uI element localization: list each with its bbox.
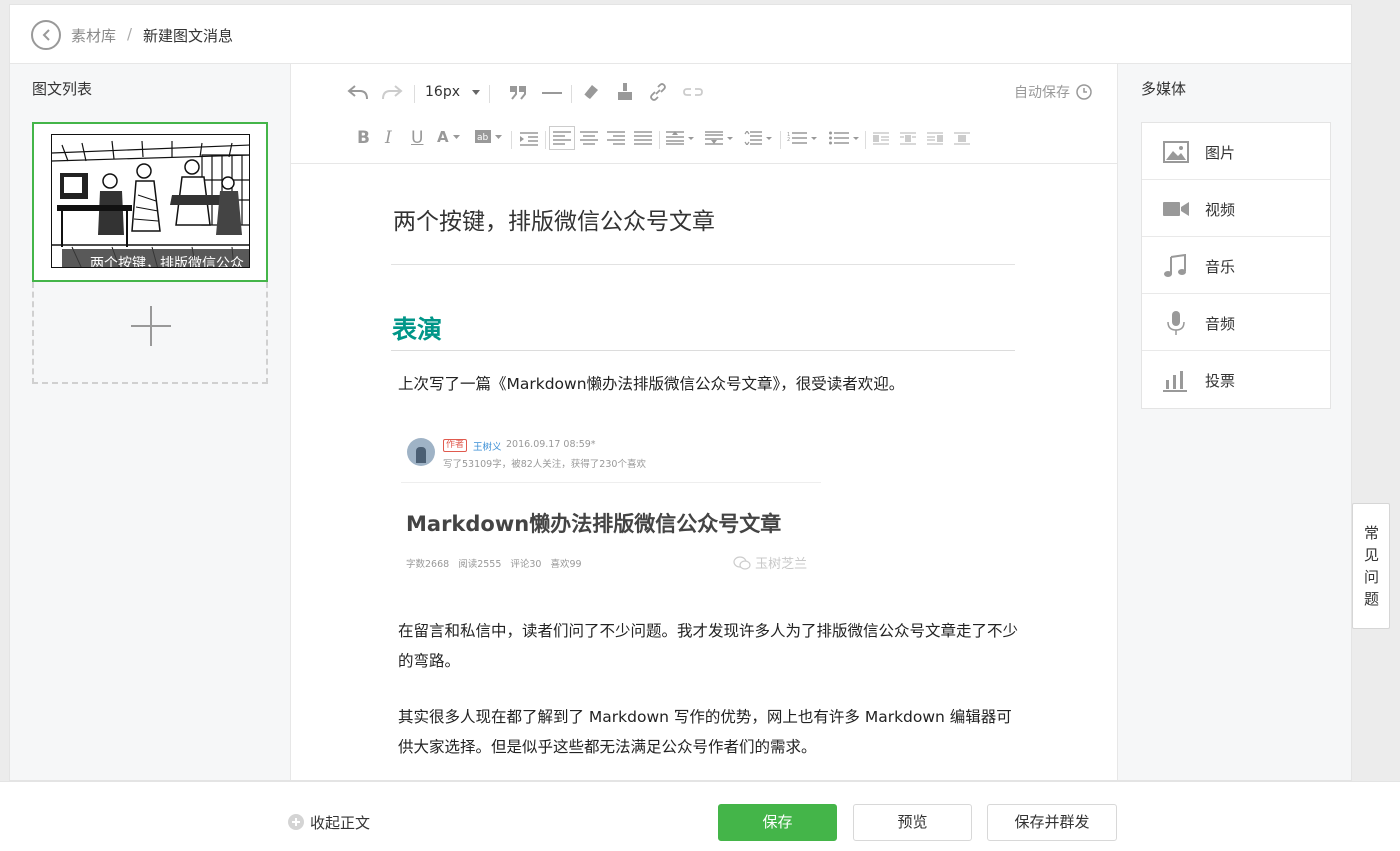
breadcrumb-parent-link[interactable]: 素材库 <box>71 25 116 46</box>
preview-button[interactable]: 预览 <box>853 804 972 841</box>
video-icon <box>1163 202 1189 216</box>
media-item-audio[interactable]: 音频 <box>1142 294 1330 351</box>
multimedia-title: 多媒体 <box>1141 80 1187 98</box>
article-title-input[interactable]: 两个按键，排版微信公众号文章 <box>393 202 715 236</box>
add-article-button[interactable] <box>32 282 268 384</box>
wechat-icon <box>733 556 751 570</box>
multimedia-list: 图片 视频 音乐 音频 投票 <box>1141 122 1331 409</box>
horizontal-rule-icon[interactable] <box>542 92 562 94</box>
back-button[interactable] <box>31 20 61 50</box>
align-center-icon[interactable] <box>580 131 598 145</box>
poll-icon <box>1163 371 1187 392</box>
article-list-panel: 图文列表 两个按键，排版微信公众 <box>10 64 291 780</box>
faq-tab[interactable]: 常见问题 <box>1352 503 1390 629</box>
redo-icon[interactable] <box>381 83 403 101</box>
article-card-caption: 两个按键，排版微信公众 <box>62 249 249 267</box>
caret-down-icon <box>472 90 481 95</box>
editor-frame: 素材库 / 新建图文消息 图文列表 两个按键，排版微信公众 16px 自动保存 … <box>9 4 1352 781</box>
author-tag: 作者 <box>443 439 468 452</box>
article-list-title: 图文列表 <box>32 80 93 98</box>
watermark: 玉树芝兰 <box>733 553 807 572</box>
article-card[interactable]: 两个按键，排版微信公众 <box>32 122 268 282</box>
media-item-video[interactable]: 视频 <box>1142 180 1330 237</box>
svg-text:ab: ab <box>477 133 489 143</box>
float-none-icon[interactable] <box>900 132 916 145</box>
embedded-article-meta: 字数2668 阅读2555 评论30 喜欢99 <box>406 559 582 570</box>
background-color-icon[interactable]: ab <box>475 130 505 144</box>
blockquote-icon[interactable] <box>510 86 526 100</box>
chevron-left-icon <box>42 29 50 41</box>
unordered-list-icon[interactable] <box>829 131 861 145</box>
ordered-list-icon[interactable]: 12 <box>787 131 819 145</box>
paragraph: 上次写了一篇《Markdown懒办法排版微信公众号文章》，很受读者欢迎。 <box>398 375 905 393</box>
link-icon[interactable] <box>649 83 667 101</box>
author-avatar <box>407 438 435 466</box>
eraser-icon[interactable] <box>582 83 600 101</box>
editor-area: 16px 自动保存 B I U A ab 1 2 两个按键，排版微信公众号文章 … <box>291 64 1117 780</box>
faq-label: 常见问题 <box>1364 524 1380 608</box>
align-justify-icon[interactable] <box>634 131 652 145</box>
breadcrumb: 素材库 / 新建图文消息 <box>10 5 1351 64</box>
bottom-action-bar: 收起正文 保存 预览 保存并群发 <box>0 781 1400 851</box>
image-icon <box>1163 141 1189 163</box>
svg-text:2: 2 <box>787 137 790 143</box>
microphone-icon <box>1167 311 1185 335</box>
media-item-music[interactable]: 音乐 <box>1142 237 1330 294</box>
music-icon <box>1164 254 1186 277</box>
indent-icon[interactable] <box>520 132 538 146</box>
line-height-icon[interactable] <box>744 131 774 145</box>
font-color-icon[interactable]: A <box>437 128 460 146</box>
underline-icon[interactable]: U <box>411 128 423 148</box>
bold-icon[interactable]: B <box>357 128 370 148</box>
article-cover-image: 两个按键，排版微信公众 <box>51 134 250 268</box>
author-stats: 写了53109字，被82人关注，获得了230个喜欢 <box>443 459 646 470</box>
section-heading: 表演 <box>392 315 443 344</box>
paragraph: 其实很多人现在都了解到了 Markdown 写作的优势，网上也有许多 Markd… <box>398 708 1012 756</box>
editor-toolbar: 16px 自动保存 B I U A ab 1 2 <box>291 64 1117 164</box>
media-item-image[interactable]: 图片 <box>1142 123 1330 180</box>
breadcrumb-separator: / <box>127 25 133 43</box>
post-date: 2016.09.17 08:59* <box>506 439 596 450</box>
save-button[interactable]: 保存 <box>718 804 837 841</box>
autosave-indicator: 自动保存 <box>1014 82 1093 102</box>
format-brush-icon[interactable] <box>617 83 633 101</box>
embedded-screenshot: 作者 王树义 2016.09.17 08:59* 写了53109字，被82人关注… <box>401 426 821 576</box>
breadcrumb-current: 新建图文消息 <box>143 27 234 45</box>
media-item-poll[interactable]: 投票 <box>1142 351 1330 408</box>
clock-icon <box>1076 84 1093 100</box>
paragraph-spacing-top-icon[interactable] <box>666 131 696 145</box>
save-and-send-button[interactable]: 保存并群发 <box>987 804 1117 841</box>
paragraph-spacing-bottom-icon[interactable] <box>705 131 735 145</box>
paragraph: 在留言和私信中，读者们问了不少问题。我才发现许多人为了排版微信公众号文章走了不少… <box>398 622 1019 670</box>
unlink-icon[interactable] <box>683 85 703 99</box>
multimedia-panel: 多媒体 图片 视频 音乐 音频 投票 <box>1117 64 1351 780</box>
undo-icon[interactable] <box>347 83 369 101</box>
article-content[interactable]: 两个按键，排版微信公众号文章 表演 上次写了一篇《Markdown懒办法排版微信… <box>291 164 1117 780</box>
plus-circle-icon <box>288 814 304 830</box>
embedded-article-title: Markdown懒办法排版微信公众号文章 <box>406 512 782 536</box>
font-size-select[interactable]: 16px <box>425 84 481 100</box>
float-left-icon[interactable] <box>873 132 889 145</box>
align-left-icon[interactable] <box>549 126 575 150</box>
italic-icon[interactable]: I <box>385 128 392 148</box>
float-right-icon[interactable] <box>927 132 943 145</box>
align-right-icon[interactable] <box>607 131 625 145</box>
author-name: 王树义 <box>473 442 502 453</box>
float-center-icon[interactable] <box>954 132 970 145</box>
